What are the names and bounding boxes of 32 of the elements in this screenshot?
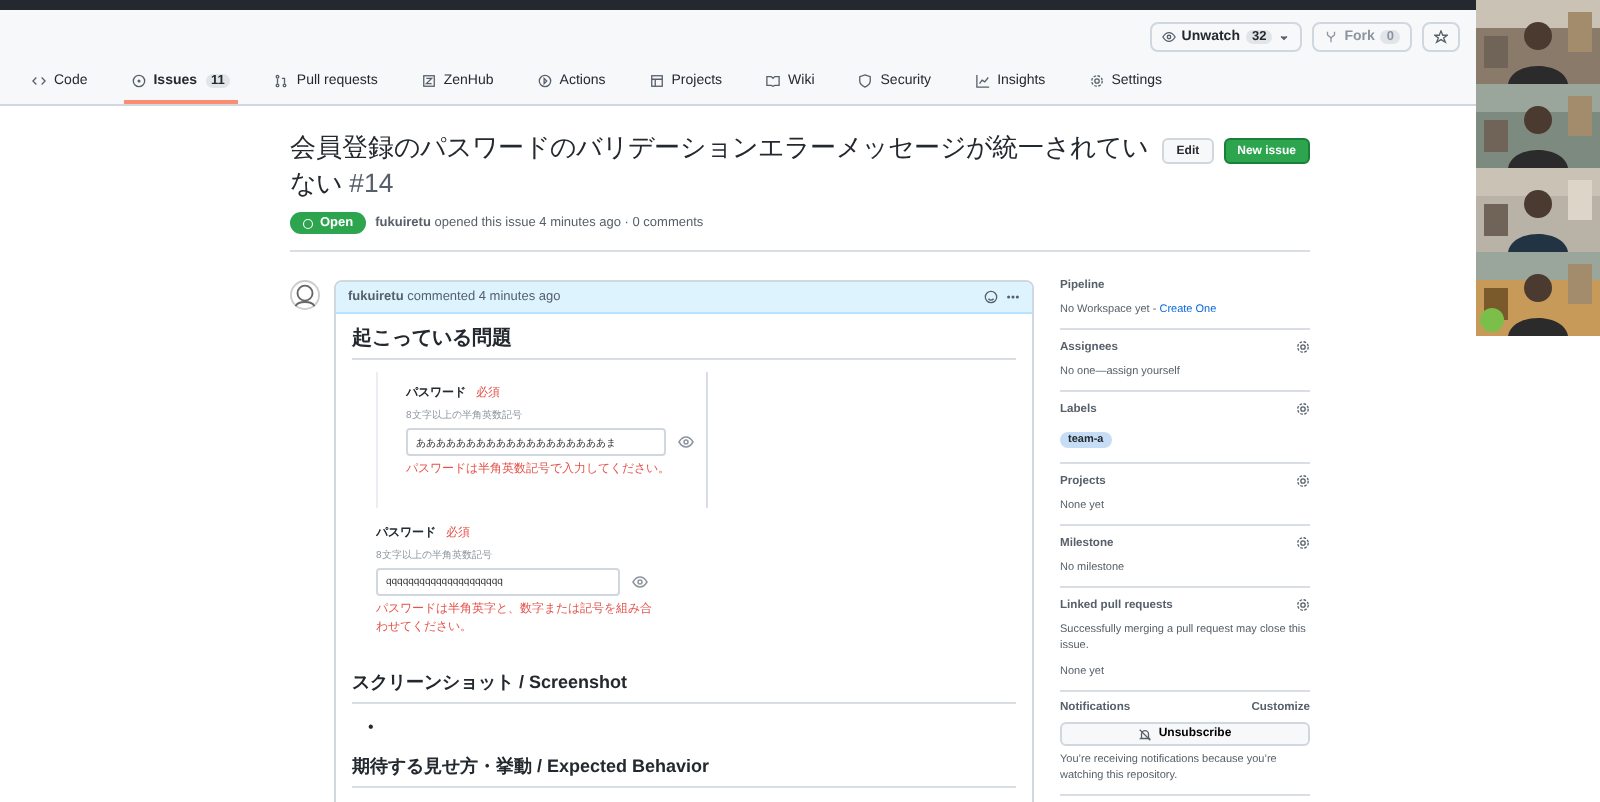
gear-icon xyxy=(1296,536,1310,550)
section-heading: 期待する見せ方・挙動 / Expected Behavior xyxy=(352,754,1016,788)
pull-request-icon xyxy=(274,74,289,88)
play-icon xyxy=(537,74,552,88)
square-icon xyxy=(421,74,436,88)
eye-icon xyxy=(632,574,648,590)
eye-icon xyxy=(678,434,694,450)
table-icon xyxy=(649,74,664,88)
caret-icon xyxy=(1278,31,1291,43)
bell-slash-icon xyxy=(1138,727,1153,741)
star-icon xyxy=(1434,30,1448,44)
issue-icon xyxy=(302,217,314,229)
code-icon xyxy=(32,74,46,88)
section-heading: 起こっている問題 xyxy=(352,324,1016,360)
gear-icon xyxy=(1296,474,1310,488)
list-bullet: • xyxy=(366,716,376,740)
shield-icon xyxy=(858,74,873,88)
smiley-icon xyxy=(984,290,998,304)
gear-icon xyxy=(1089,74,1104,88)
gear-icon xyxy=(1296,598,1310,612)
gear-icon xyxy=(1296,402,1310,416)
issue-title: 会員登録のパスワードのバリデーションエラーメッセージが統一されていない #14 xyxy=(290,130,1150,202)
more-icon xyxy=(1006,290,1020,304)
book-icon xyxy=(766,74,781,88)
avatar xyxy=(290,280,320,310)
gear-icon xyxy=(1296,340,1310,354)
graph-icon xyxy=(975,74,990,88)
fork-icon xyxy=(1324,30,1339,44)
issue-icon xyxy=(131,74,146,88)
star-button[interactable] xyxy=(1422,22,1460,52)
section-heading: スクリーンショット / Screenshot xyxy=(352,670,1016,704)
eye-icon xyxy=(1161,30,1176,44)
